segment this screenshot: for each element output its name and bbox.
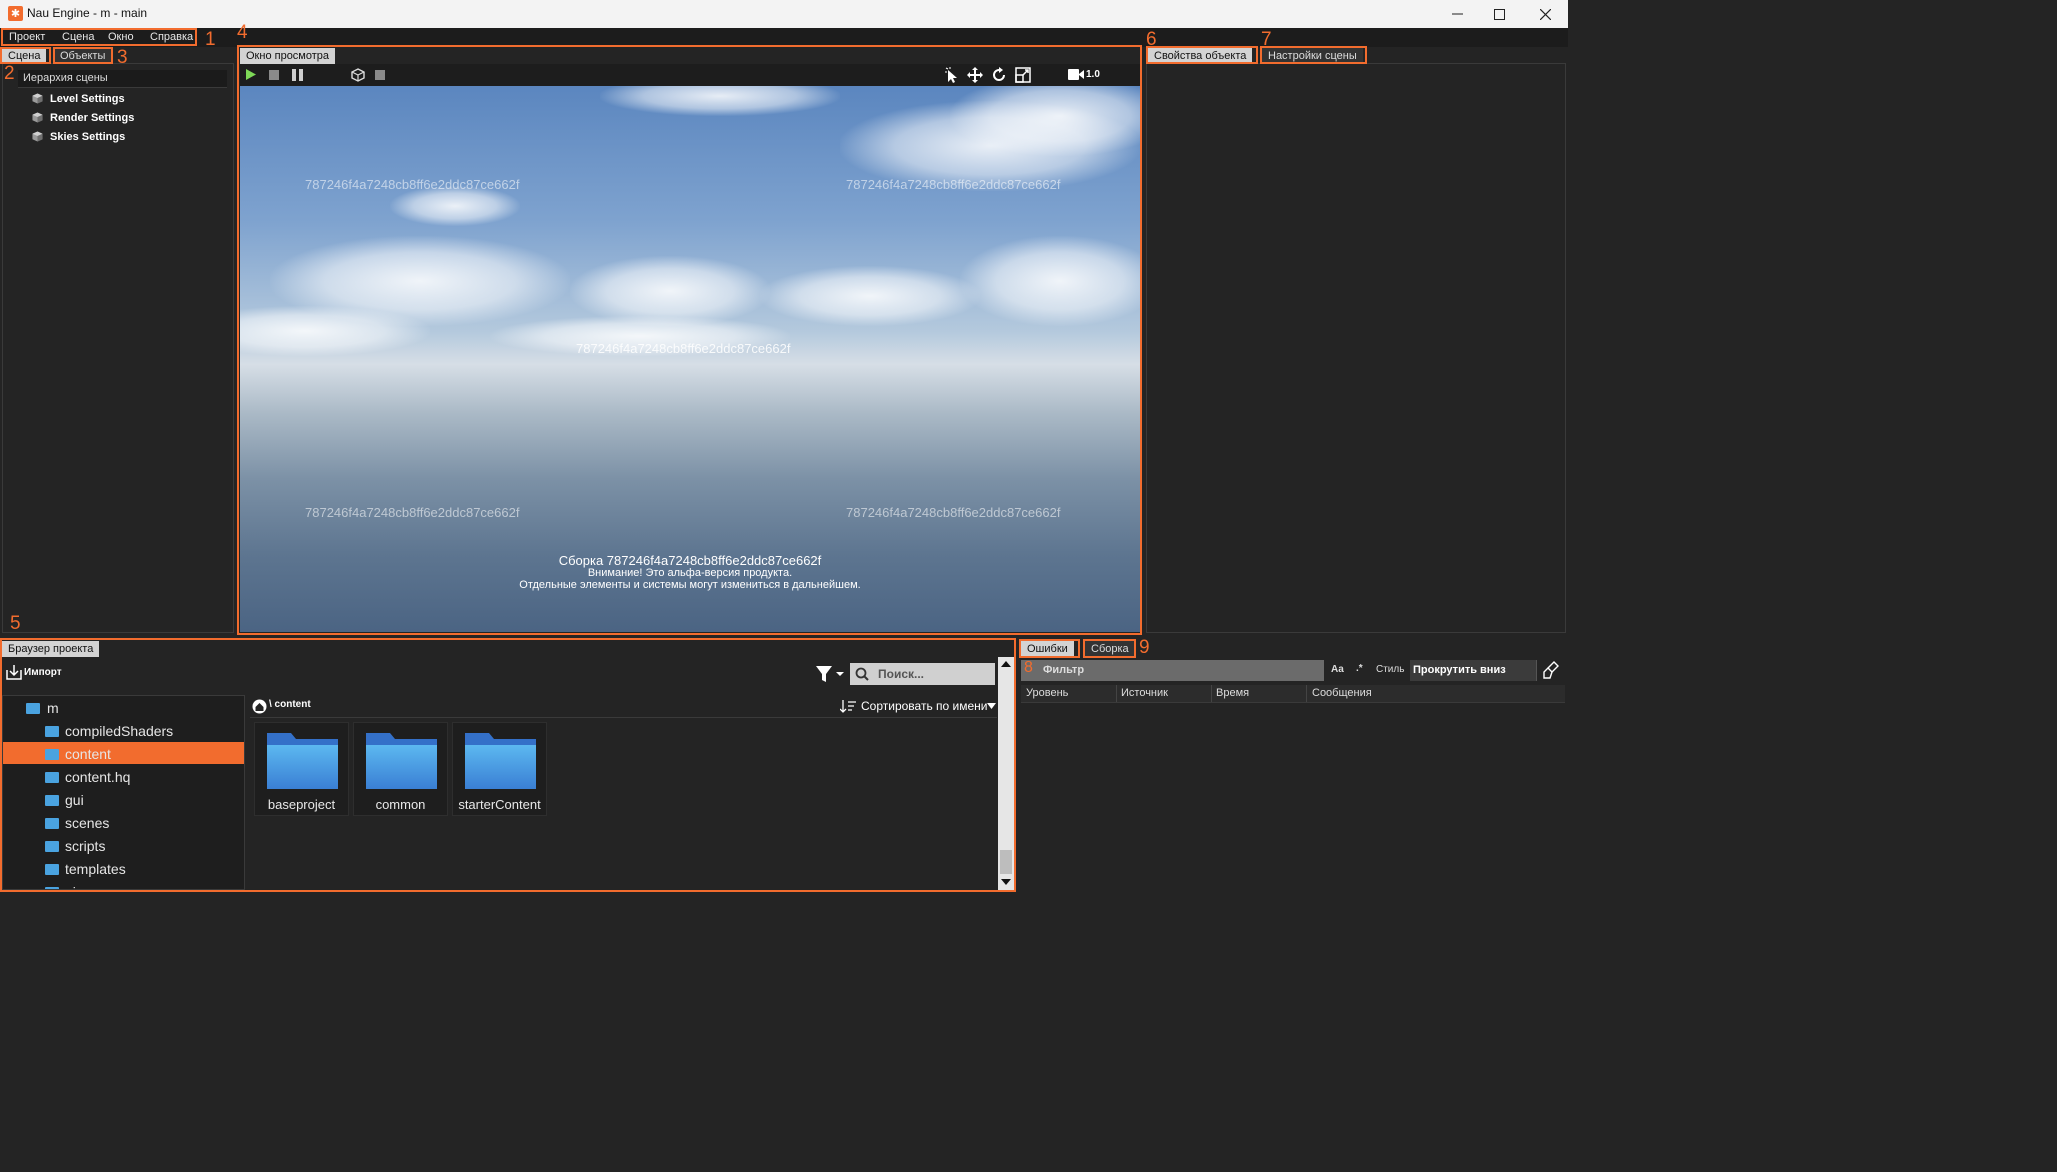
regex-toggle[interactable]: .* [1356, 663, 1363, 674]
scroll-down-toggle[interactable]: Прокрутить вниз [1410, 660, 1537, 681]
filter-input[interactable]: Фильтр [1021, 660, 1324, 681]
highlight-build-tab [1083, 639, 1136, 658]
column-divider [1116, 685, 1117, 702]
highlight-object-properties [1146, 46, 1258, 64]
marker-3: 3 [117, 47, 128, 68]
style-label[interactable]: Стиль [1376, 664, 1404, 675]
match-case-toggle[interactable]: Aa [1331, 664, 1344, 675]
marker-4: 4 [237, 22, 248, 43]
marker-2: 2 [4, 63, 15, 84]
tree-item-label: Skies Settings [50, 131, 126, 143]
column-divider [1306, 685, 1307, 702]
column-level[interactable]: Уровень [1026, 687, 1068, 699]
filter-placeholder: Фильтр [1043, 664, 1085, 676]
hierarchy-header-label: Иерархия сцены [23, 72, 108, 84]
scroll-down-label: Прокрутить вниз [1413, 664, 1506, 676]
cube-icon [32, 93, 43, 104]
column-messages[interactable]: Сообщения [1312, 687, 1372, 699]
marker-5: 5 [10, 613, 21, 634]
minimize-icon [1451, 13, 1463, 15]
minimize-button[interactable] [1434, 0, 1480, 28]
log-table-header [1021, 685, 1565, 703]
highlight-viewport [237, 45, 1142, 635]
cube-icon [32, 131, 43, 142]
column-source[interactable]: Источник [1121, 687, 1168, 699]
close-button[interactable] [1522, 0, 1568, 28]
highlight-project-browser [0, 638, 1016, 892]
properties-panel [1146, 63, 1566, 633]
highlight-objects-tab [53, 47, 113, 64]
title-bar: ✱ Nau Engine - m - main [0, 0, 1568, 28]
nau-logo-icon: ✱ [8, 6, 23, 21]
window-title: Nau Engine - m - main [27, 6, 148, 20]
column-time[interactable]: Время [1216, 687, 1249, 699]
scene-panel [2, 63, 234, 633]
maximize-icon [1493, 8, 1505, 20]
hierarchy-header: Иерархия сцены [18, 70, 227, 88]
tree-item-label: Level Settings [50, 93, 125, 105]
maximize-button[interactable] [1476, 0, 1522, 28]
highlight-scene-settings [1260, 46, 1367, 64]
marker-8: 8 [1024, 659, 1033, 676]
tree-item-label: Render Settings [50, 112, 135, 124]
cube-icon [32, 112, 43, 123]
marker-1: 1 [205, 29, 216, 50]
close-icon [1539, 8, 1551, 20]
marker-9: 9 [1139, 637, 1150, 658]
highlight-menu [1, 28, 197, 46]
clear-log-icon[interactable] [1543, 661, 1559, 679]
column-divider [1211, 685, 1212, 702]
highlight-errors-tab [1019, 639, 1080, 658]
highlight-scene-tab [0, 47, 51, 64]
